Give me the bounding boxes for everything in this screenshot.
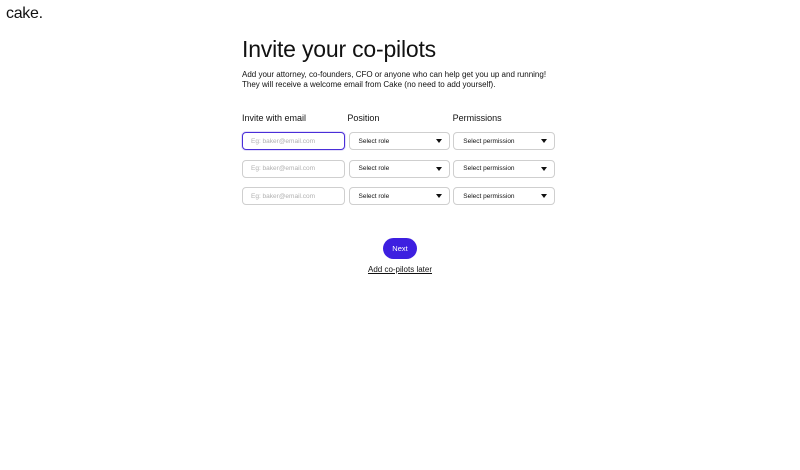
invite-row-3: Select role Select permission <box>242 187 558 205</box>
invite-panel: Invite your co-pilots Add your attorney,… <box>242 35 562 274</box>
header-permissions: Permissions <box>452 113 502 123</box>
caret-down-icon <box>540 139 547 143</box>
invite-row-1: Select role Select permission <box>242 132 558 150</box>
permission-select-value: Select permission <box>463 192 515 200</box>
page-subtitle: Add your attorney, co-founders, CFO or a… <box>242 70 562 90</box>
caret-down-icon <box>435 166 442 171</box>
permission-select-value: Select permission <box>463 165 515 172</box>
position-select-2[interactable]: Select role <box>348 159 450 178</box>
position-select-3[interactable]: Select role <box>348 187 450 205</box>
invite-form: Invite with email Position Permissions S… <box>242 112 558 205</box>
caret-down-icon <box>540 166 547 171</box>
page-title: Invite your co-pilots <box>242 36 436 62</box>
subtitle-line-2: They will receive a welcome email from C… <box>242 80 496 89</box>
header-position: Position <box>347 113 380 123</box>
column-headers: Invite with email Position Permissions <box>242 112 558 124</box>
email-input-3[interactable] <box>242 187 345 205</box>
caret-down-icon <box>540 194 547 198</box>
permission-select-1[interactable]: Select permission <box>453 132 555 150</box>
permission-select-3[interactable]: Select permission <box>453 187 555 205</box>
form-actions: Next Add co-pilots later <box>242 238 558 274</box>
position-select-value: Select role <box>358 192 390 200</box>
caret-down-icon <box>435 139 442 143</box>
caret-down-icon <box>435 194 442 198</box>
add-later-link[interactable]: Add co-pilots later <box>368 265 432 274</box>
subtitle-line-1: Add your attorney, co-founders, CFO or a… <box>242 70 547 79</box>
permission-select-2[interactable]: Select permission <box>453 159 555 178</box>
position-select-value: Select role <box>358 165 390 172</box>
email-input-2[interactable] <box>242 159 345 178</box>
position-select-1[interactable]: Select role <box>348 132 450 150</box>
email-input-1[interactable] <box>242 132 345 150</box>
permission-select-value: Select permission <box>463 137 515 145</box>
invite-row-2: Select role Select permission <box>242 159 558 178</box>
logo[interactable]: cake. <box>6 5 43 23</box>
position-select-value: Select role <box>358 137 390 145</box>
next-button[interactable]: Next <box>383 238 417 259</box>
header-invite-email: Invite with email <box>242 113 307 123</box>
